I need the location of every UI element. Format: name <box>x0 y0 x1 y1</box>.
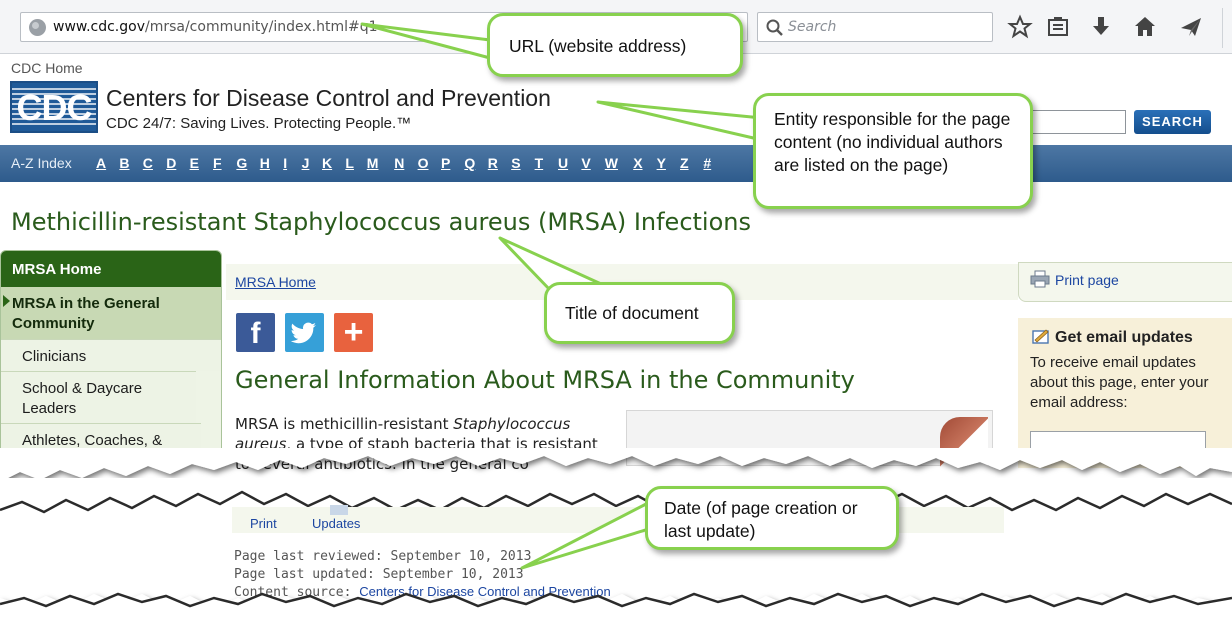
az-letter-u[interactable]: U <box>558 155 568 171</box>
email-updates-icon <box>1032 329 1049 344</box>
search-icon <box>766 19 783 36</box>
az-index-bar: A-Z Index A B C D E F G H I J K L M N O P Q R S T U V W X Y Z # <box>0 145 1232 182</box>
breadcrumb-mrsa-home[interactable]: MRSA Home <box>235 274 316 290</box>
az-letter-s[interactable]: S <box>511 155 520 171</box>
footer-print-link[interactable]: Print <box>250 516 277 531</box>
nav-item-school-daycare[interactable]: School & Daycare Leaders <box>1 371 196 423</box>
nav-item-label: Athletes, Coaches, & Team Healthcare <box>22 432 163 464</box>
url-path: /mrsa/community/index.html#q1 <box>144 19 378 35</box>
az-letter-d[interactable]: D <box>166 155 176 171</box>
az-letter-r[interactable]: R <box>488 155 498 171</box>
entity-callout-pointer <box>596 100 764 142</box>
az-letter-e[interactable]: E <box>190 155 199 171</box>
az-letter-x[interactable]: X <box>633 155 642 171</box>
screenshot-stage: www.cdc.gov/mrsa/community/index.html#q1… <box>0 0 1232 632</box>
az-letter-i[interactable]: I <box>283 155 287 171</box>
reading-list-icon[interactable] <box>1045 14 1071 40</box>
az-letter-l[interactable]: L <box>345 155 354 171</box>
logo-letters: CDC <box>16 87 93 128</box>
nav-item-athletes[interactable]: Athletes, Coaches, & Team Healthcare <box>1 423 201 464</box>
page-last-reviewed: Page last reviewed: September 10, 2013 <box>234 549 532 564</box>
az-letter-b[interactable]: B <box>119 155 129 171</box>
section-heading: General Information About MRSA in the Co… <box>235 366 855 394</box>
az-index-label: A-Z Index <box>11 155 72 171</box>
az-letter-f[interactable]: F <box>213 155 222 171</box>
nav-item-mrsa-home[interactable]: MRSA Home <box>1 251 221 287</box>
body-text-2: , a type of staph bacteria that is resis… <box>286 435 598 453</box>
az-letter-c[interactable]: C <box>143 155 153 171</box>
org-name: Centers for Disease Control and Preventi… <box>106 85 551 111</box>
title-callout: Title of document <box>544 282 735 344</box>
bottom-torn-edge <box>0 592 1232 632</box>
az-letter-j[interactable]: J <box>302 155 310 171</box>
feature-image-box <box>626 410 993 467</box>
az-letter-g[interactable]: G <box>236 155 247 171</box>
plus-icon: + <box>343 313 364 351</box>
url-callout: URL (website address) <box>487 13 743 77</box>
az-letter-n[interactable]: N <box>394 155 404 171</box>
date-callout-text: Date (of page creation or last update) <box>664 498 858 541</box>
az-letter-m[interactable]: M <box>367 155 379 171</box>
print-page-link[interactable]: Print page <box>1055 272 1119 288</box>
page-last-updated: Page last updated: September 10, 2013 <box>234 567 524 582</box>
az-letter-z[interactable]: Z <box>680 155 689 171</box>
updates-icon <box>330 505 348 515</box>
toolbar-overflow-handle[interactable] <box>1222 8 1232 48</box>
az-letter-y[interactable]: Y <box>657 155 666 171</box>
twitter-share-button[interactable] <box>285 313 324 352</box>
site-search-button[interactable]: SEARCH <box>1134 110 1211 134</box>
send-icon[interactable] <box>1178 14 1204 40</box>
printer-icon[interactable] <box>1030 270 1050 288</box>
email-updates-description: To receive email updates about this page… <box>1030 354 1209 411</box>
browser-search-input[interactable]: Search <box>757 12 993 42</box>
body-text-3: to several antibiotics. In the general c… <box>235 455 529 473</box>
left-nav: MRSA Home MRSA in the General Community … <box>0 250 222 464</box>
url-text[interactable]: www.cdc.gov/mrsa/community/index.html#q1 <box>53 19 378 35</box>
az-letter-p[interactable]: P <box>441 155 450 171</box>
feature-image <box>940 417 988 467</box>
email-address-input[interactable] <box>1030 431 1206 453</box>
globe-icon <box>29 19 46 36</box>
title-callout-text: Title of document <box>565 303 699 323</box>
search-placeholder: Search <box>788 19 837 35</box>
url-domain: www.cdc.gov <box>53 19 145 35</box>
cdc-logo[interactable]: CDC <box>10 81 98 133</box>
nav-item-clinicians[interactable]: Clinicians <box>1 339 221 371</box>
url-callout-text: URL (website address) <box>509 36 687 56</box>
page-title: Methicillin-resistant Staphylococcus aur… <box>11 208 751 236</box>
current-page-arrow-icon <box>3 295 10 307</box>
download-icon[interactable] <box>1088 14 1114 40</box>
az-letter-h[interactable]: H <box>260 155 270 171</box>
nav-item-general-community[interactable]: MRSA in the General Community <box>1 287 221 339</box>
star-icon[interactable] <box>1007 14 1033 40</box>
entity-callout: Entity responsible for the page content … <box>753 93 1033 209</box>
az-letter-v[interactable]: V <box>581 155 590 171</box>
date-callout: Date (of page creation or last update) <box>645 486 899 550</box>
az-letter-t[interactable]: T <box>535 155 544 171</box>
entity-callout-text: Entity responsible for the page content … <box>774 109 1011 175</box>
org-tagline: CDC 24/7: Saving Lives. Protecting Peopl… <box>106 115 412 132</box>
twitter-bird-icon <box>290 322 316 344</box>
facebook-share-button[interactable]: f <box>236 313 275 352</box>
az-letter-o[interactable]: O <box>418 155 429 171</box>
share-plus-button[interactable]: + <box>334 313 373 352</box>
home-icon[interactable] <box>1132 14 1158 40</box>
cdc-home-link[interactable]: CDC Home <box>11 60 83 76</box>
facebook-icon: f <box>250 317 261 350</box>
az-letter-q[interactable]: Q <box>464 155 475 171</box>
az-letter-a[interactable]: A <box>96 155 106 171</box>
nav-current-label: MRSA in the General Community <box>12 295 160 332</box>
print-page-box <box>1018 262 1232 302</box>
body-text-1: MRSA is methicillin-resistant <box>235 415 454 433</box>
nav-item-label: School & Daycare Leaders <box>22 380 143 417</box>
az-letter-w[interactable]: W <box>605 155 618 171</box>
body-paragraph: MRSA is methicillin-resistant Staphyloco… <box>235 414 605 474</box>
footer-updates-link[interactable]: Updates <box>312 516 360 531</box>
email-updates-title: Get email updates <box>1055 329 1193 346</box>
az-letter-hash[interactable]: # <box>703 155 711 171</box>
az-letter-k[interactable]: K <box>322 155 332 171</box>
